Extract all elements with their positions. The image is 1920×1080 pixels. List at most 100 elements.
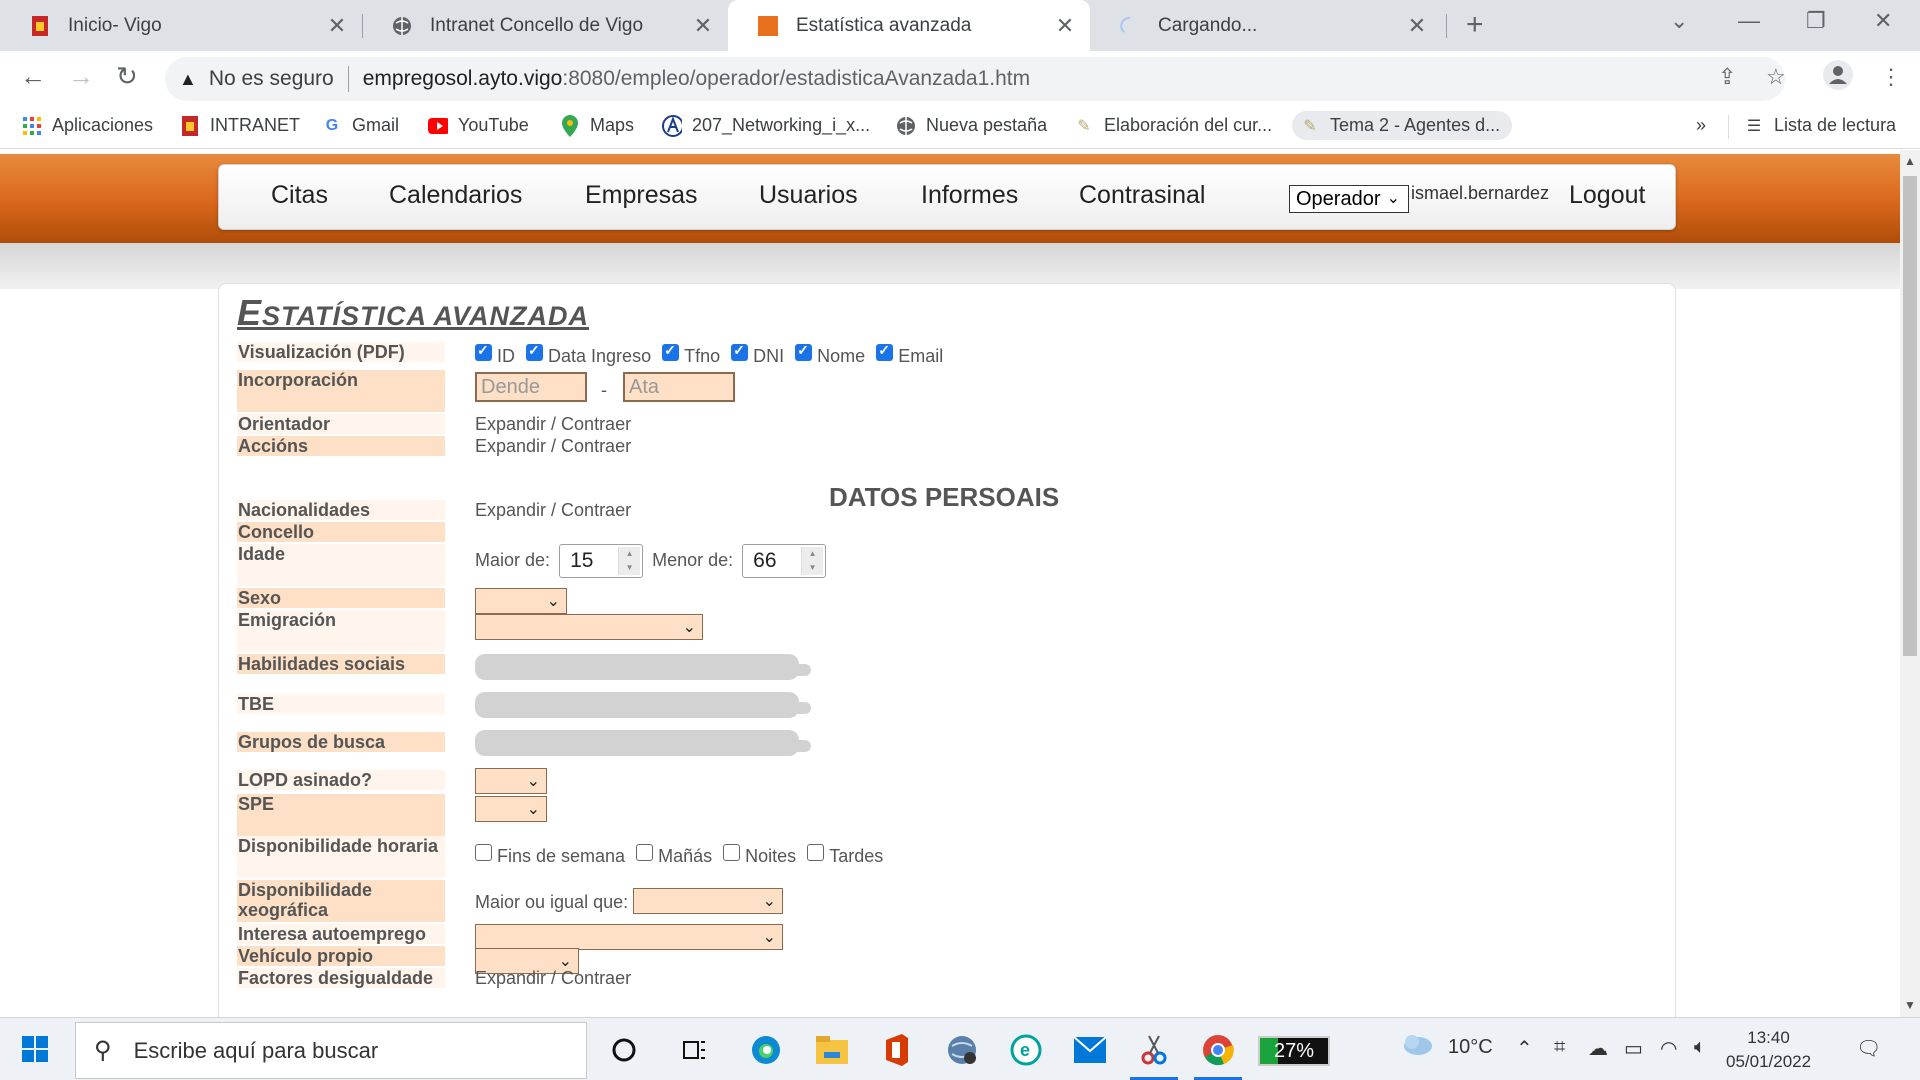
checkbox-tfno[interactable]: Tfno: [662, 342, 720, 367]
edge-icon[interactable]: [748, 1032, 784, 1068]
file-explorer-icon[interactable]: [814, 1032, 850, 1068]
emigracion-select[interactable]: ⌄: [475, 614, 703, 640]
checkbox-noites[interactable]: Noites: [723, 844, 796, 867]
battery-icon[interactable]: ▭: [1624, 1036, 1643, 1061]
scroll-down-arrow-icon[interactable]: ▼: [1904, 998, 1916, 1012]
tbe-multiselect[interactable]: [475, 692, 811, 718]
grupos-multiselect[interactable]: [475, 730, 811, 756]
eset-icon[interactable]: e: [1008, 1032, 1044, 1068]
nav-informes[interactable]: Informes: [921, 181, 1018, 210]
warning-triangle-icon[interactable]: ▲: [179, 69, 197, 90]
checkbox-fins-semana[interactable]: Fins de semana: [475, 844, 625, 867]
page-scrollbar[interactable]: ▲ ▼: [1900, 150, 1920, 1017]
checkbox-tardes[interactable]: Tardes: [807, 844, 883, 867]
age-min-input[interactable]: 15 ▲ ▼: [559, 544, 644, 578]
bookmark-gmail[interactable]: G Gmail: [322, 115, 399, 136]
profile-avatar-icon[interactable]: [1822, 59, 1854, 97]
bookmark-nueva-pestana[interactable]: Nueva pestaña: [896, 115, 1047, 136]
lopd-select[interactable]: ⌄: [475, 768, 547, 794]
notifications-icon[interactable]: 🗨︎: [1856, 1036, 1881, 1061]
back-arrow-icon[interactable]: ←: [20, 61, 46, 92]
checkbox-unchecked[interactable]: [723, 844, 741, 861]
bookmark-maps[interactable]: Maps: [560, 114, 634, 137]
restore-icon[interactable]: ❐: [1806, 8, 1826, 34]
security-label[interactable]: No es seguro: [209, 67, 334, 91]
checkbox-checked[interactable]: [795, 342, 813, 361]
bookmark-intranet[interactable]: INTRANET: [180, 115, 300, 136]
chrome-icon[interactable]: [1194, 1032, 1242, 1080]
date-from-input[interactable]: Dende: [475, 372, 587, 402]
office-icon[interactable]: [878, 1032, 914, 1068]
bookmark-elaboracion[interactable]: ✎ Elaboración del cur...: [1074, 115, 1272, 136]
new-tab-plus-icon[interactable]: +: [1466, 8, 1484, 42]
mail-icon[interactable]: [1072, 1032, 1108, 1068]
scrollbar-thumb[interactable]: [1903, 176, 1917, 656]
bookmark-star-icon[interactable]: ☆: [1766, 64, 1786, 90]
tab-estatistica[interactable]: Estatística avanzada ✕: [728, 0, 1090, 51]
bookmarks-overflow-chevron[interactable]: »: [1696, 115, 1706, 136]
logout-link[interactable]: Logout: [1569, 181, 1645, 210]
orientador-expand-toggle[interactable]: Expandir / Contraer: [475, 414, 631, 435]
bookmark-networking[interactable]: 207_Networking_i_x...: [662, 114, 870, 137]
factores-expand-toggle[interactable]: Expandir / Contraer: [475, 968, 631, 989]
checkbox-data-ingreso[interactable]: Data Ingreso: [526, 342, 651, 367]
bookmark-aplicaciones[interactable]: Aplicaciones: [22, 115, 153, 136]
windows-start-icon[interactable]: [22, 1036, 48, 1067]
temperature-label[interactable]: 10°C: [1448, 1036, 1493, 1059]
spinner-arrows-icon[interactable]: ▲ ▼: [801, 547, 824, 575]
checkbox-checked[interactable]: [526, 342, 544, 361]
system-clock[interactable]: 13:40 05/01/2022: [1726, 1026, 1811, 1074]
checkbox-checked[interactable]: [731, 342, 749, 361]
checkbox-checked[interactable]: [475, 342, 492, 361]
spinner-arrows-icon[interactable]: ▲ ▼: [618, 547, 641, 575]
checkbox-nome[interactable]: Nome: [795, 342, 865, 367]
sexo-select[interactable]: ⌄: [475, 588, 567, 614]
bookmark-youtube[interactable]: YouTube: [428, 115, 529, 136]
checkbox-dni[interactable]: DNI: [731, 342, 784, 367]
date-to-input[interactable]: Ata: [623, 372, 735, 402]
checkbox-checked[interactable]: [876, 342, 894, 361]
wifi-icon[interactable]: ◠: [1660, 1036, 1677, 1061]
checkbox-unchecked[interactable]: [636, 844, 654, 861]
checkbox-unchecked[interactable]: [475, 844, 492, 861]
window-close-icon[interactable]: ✕: [1874, 8, 1892, 34]
share-icon[interactable]: ⇪: [1718, 64, 1736, 90]
nav-empresas[interactable]: Empresas: [585, 181, 698, 210]
nav-usuarios[interactable]: Usuarios: [759, 181, 858, 210]
scroll-up-arrow-icon[interactable]: ▲: [1904, 154, 1916, 168]
menu-kebab-icon[interactable]: ⋮: [1880, 64, 1902, 90]
checkbox-unchecked[interactable]: [807, 844, 825, 861]
autoemprego-select[interactable]: ⌄: [475, 924, 783, 950]
bookmark-tema-2[interactable]: ✎ Tema 2 - Agentes d...: [1292, 111, 1513, 140]
tab-inicio-vigo[interactable]: Inicio- Vigo ✕: [0, 0, 362, 51]
battery-meter-app[interactable]: 27%: [1258, 1036, 1330, 1066]
checkbox-id[interactable]: ID: [475, 342, 515, 367]
role-select[interactable]: Operador ⌄: [1289, 185, 1409, 213]
spe-select[interactable]: ⌄: [475, 796, 547, 822]
age-max-input[interactable]: 66 ▲ ▼: [742, 544, 827, 578]
close-tab-icon[interactable]: ✕: [326, 13, 348, 39]
onedrive-cloud-icon[interactable]: ☁: [1588, 1036, 1608, 1061]
close-tab-icon[interactable]: ✕: [1054, 13, 1076, 39]
address-bar[interactable]: ▲ No es seguro empregosol.ayto.vigo:8080…: [165, 57, 1785, 101]
tab-cargando[interactable]: Cargando... ✕: [1090, 0, 1442, 51]
close-tab-icon[interactable]: ✕: [692, 13, 714, 39]
speaker-icon[interactable]: 🔈︎: [1694, 1036, 1706, 1059]
minimize-icon[interactable]: —: [1738, 8, 1760, 34]
reload-icon[interactable]: ↻: [116, 61, 138, 92]
nav-contrasinal[interactable]: Contrasinal: [1079, 181, 1205, 210]
checkbox-checked[interactable]: [662, 342, 680, 361]
nacionalidades-expand-toggle[interactable]: Expandir / Contraer: [475, 500, 631, 521]
forward-arrow-icon[interactable]: →: [68, 61, 94, 92]
meet-now-icon[interactable]: ⌗: [1554, 1036, 1565, 1059]
checkbox-email[interactable]: Email: [876, 342, 943, 367]
snipping-tool-icon[interactable]: [1130, 1032, 1178, 1080]
taskbar-search-box[interactable]: ⚲ Escribe aquí para buscar: [75, 1022, 587, 1079]
vpn-globe-icon[interactable]: [944, 1032, 980, 1068]
accions-expand-toggle[interactable]: Expandir / Contraer: [475, 436, 631, 457]
nav-calendarios[interactable]: Calendarios: [389, 181, 522, 210]
weather-cloud-icon[interactable]: [1400, 1032, 1434, 1062]
tab-search-chevron-icon[interactable]: ⌄: [1670, 8, 1688, 34]
tray-chevron-up-icon[interactable]: ⌃: [1516, 1036, 1533, 1061]
task-view-icon[interactable]: [676, 1032, 712, 1068]
